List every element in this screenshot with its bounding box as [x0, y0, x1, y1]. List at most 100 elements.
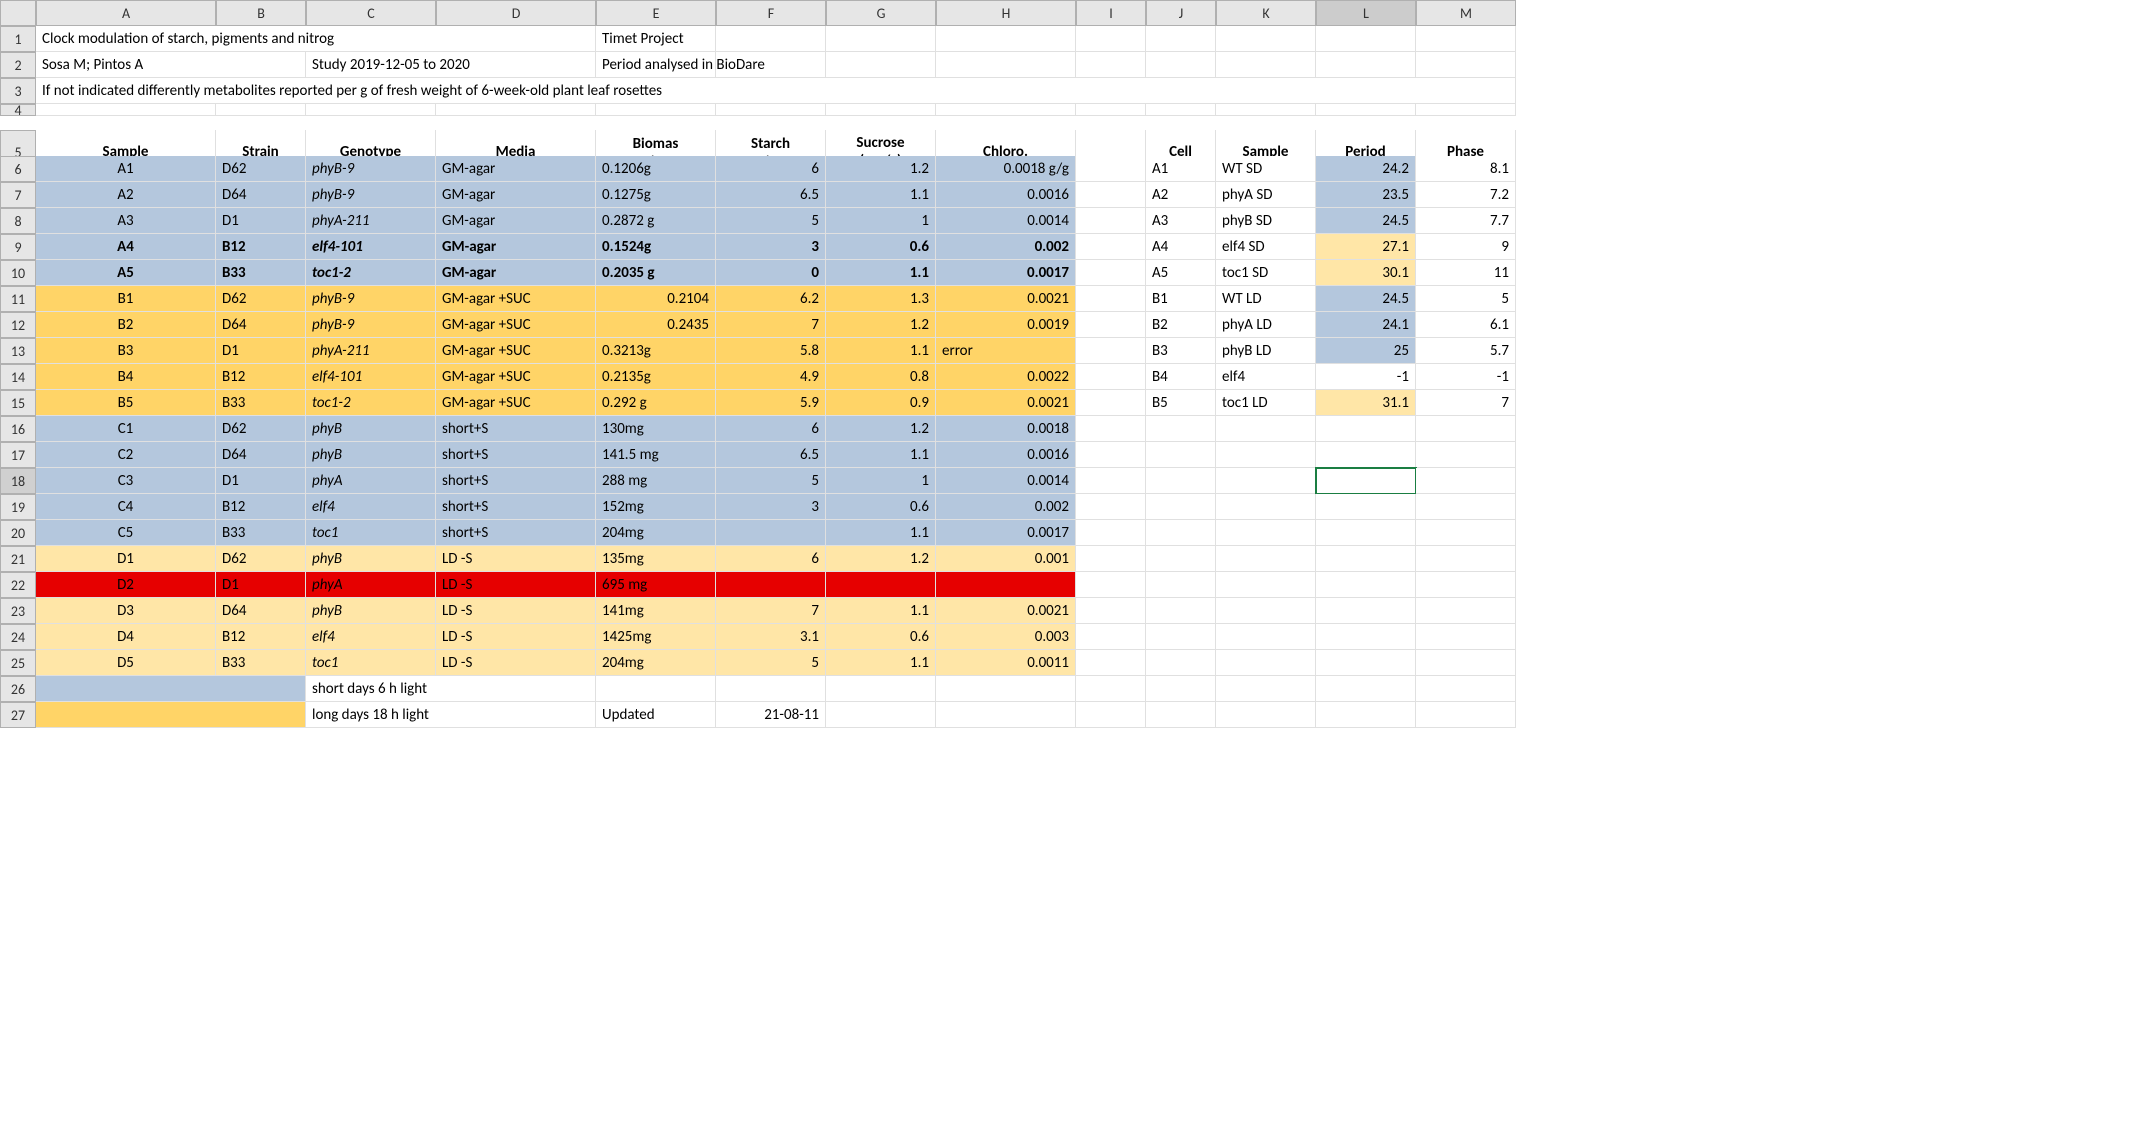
starch-cell[interactable]: 6.5 [716, 182, 826, 208]
strain-cell[interactable]: B12 [216, 494, 306, 520]
empty-cell[interactable] [826, 104, 936, 116]
period-cell[interactable]: 31.1 [1316, 390, 1416, 416]
chloro-cell[interactable]: 0.0016 [936, 442, 1076, 468]
sample2-cell[interactable] [1216, 442, 1316, 468]
strain-cell[interactable]: D1 [216, 468, 306, 494]
phase-cell[interactable] [1416, 494, 1516, 520]
phase-cell[interactable]: 8.1 [1416, 156, 1516, 182]
chloro-cell[interactable]: 0.0018 [936, 416, 1076, 442]
empty-cell[interactable] [1076, 676, 1146, 702]
empty-cell[interactable] [826, 676, 936, 702]
sucrose-cell[interactable]: 0.6 [826, 494, 936, 520]
empty-cell[interactable] [936, 104, 1076, 116]
period-cell[interactable]: 25 [1316, 338, 1416, 364]
cell2[interactable]: A5 [1146, 260, 1216, 286]
starch-cell[interactable]: 0 [716, 260, 826, 286]
strain-cell[interactable]: D62 [216, 546, 306, 572]
biomass-cell[interactable]: 152mg [596, 494, 716, 520]
row-header[interactable]: 26 [0, 676, 36, 702]
sample-cell[interactable]: A1 [36, 156, 216, 182]
sucrose-cell[interactable]: 0.6 [826, 234, 936, 260]
phase-cell[interactable]: 7 [1416, 390, 1516, 416]
empty-cell[interactable] [1076, 416, 1146, 442]
sample-cell[interactable]: B5 [36, 390, 216, 416]
starch-cell[interactable]: 6.2 [716, 286, 826, 312]
biomass-cell[interactable]: 141.5 mg [596, 442, 716, 468]
cell2[interactable]: B3 [1146, 338, 1216, 364]
sample-cell[interactable]: D3 [36, 598, 216, 624]
row-header[interactable]: 6 [0, 156, 36, 182]
empty-cell[interactable] [1076, 442, 1146, 468]
cell2[interactable]: A3 [1146, 208, 1216, 234]
empty-cell[interactable] [1416, 104, 1516, 116]
empty-cell[interactable] [1146, 52, 1216, 78]
empty-cell[interactable] [716, 104, 826, 116]
sucrose-cell[interactable]: 1.3 [826, 286, 936, 312]
media-cell[interactable]: GM-agar [436, 156, 596, 182]
row-header[interactable]: 11 [0, 286, 36, 312]
media-cell[interactable]: short+S [436, 416, 596, 442]
empty-cell[interactable] [1076, 234, 1146, 260]
empty-cell[interactable] [216, 104, 306, 116]
chloro-cell[interactable]: 0.001 [936, 546, 1076, 572]
starch-cell[interactable]: 3 [716, 234, 826, 260]
genotype-cell[interactable]: phyA [306, 572, 436, 598]
sample2-cell[interactable] [1216, 598, 1316, 624]
strain-cell[interactable]: B12 [216, 234, 306, 260]
strain-cell[interactable]: D1 [216, 572, 306, 598]
sample2-cell[interactable]: elf4 [1216, 364, 1316, 390]
empty-cell[interactable] [1216, 26, 1316, 52]
sample-cell[interactable]: C1 [36, 416, 216, 442]
legend-gold[interactable] [36, 702, 306, 728]
genotype-cell[interactable]: elf4-101 [306, 364, 436, 390]
phase-cell[interactable] [1416, 442, 1516, 468]
period-cell[interactable]: 30.1 [1316, 260, 1416, 286]
starch-cell[interactable]: 3 [716, 494, 826, 520]
media-cell[interactable]: GM-agar +SUC [436, 286, 596, 312]
empty-cell[interactable] [1076, 598, 1146, 624]
sample-cell[interactable]: C3 [36, 468, 216, 494]
empty-cell[interactable] [1076, 572, 1146, 598]
period-cell[interactable] [1316, 468, 1416, 494]
biomass-cell[interactable]: 0.1524g [596, 234, 716, 260]
strain-cell[interactable]: B33 [216, 520, 306, 546]
biomass-cell[interactable]: 695 mg [596, 572, 716, 598]
empty-cell[interactable] [596, 676, 716, 702]
empty-cell[interactable] [1216, 702, 1316, 728]
chloro-cell[interactable]: 0.0017 [936, 260, 1076, 286]
row-header[interactable]: 8 [0, 208, 36, 234]
genotype-cell[interactable]: phyB-9 [306, 156, 436, 182]
analysis-cell[interactable]: Period analysed in BioDare [596, 52, 716, 78]
genotype-cell[interactable]: toc1 [306, 520, 436, 546]
cell2[interactable]: B5 [1146, 390, 1216, 416]
empty-cell[interactable] [1076, 312, 1146, 338]
cell2[interactable] [1146, 650, 1216, 676]
sample-cell[interactable]: D1 [36, 546, 216, 572]
empty-cell[interactable] [936, 702, 1076, 728]
row-header[interactable]: 13 [0, 338, 36, 364]
cell2[interactable] [1146, 494, 1216, 520]
genotype-cell[interactable]: toc1 [306, 650, 436, 676]
phase-cell[interactable] [1416, 598, 1516, 624]
starch-cell[interactable]: 5.8 [716, 338, 826, 364]
cell2[interactable]: B2 [1146, 312, 1216, 338]
empty-cell[interactable] [1076, 182, 1146, 208]
cell2[interactable] [1146, 546, 1216, 572]
chloro-cell[interactable]: 0.0017 [936, 520, 1076, 546]
empty-cell[interactable] [306, 104, 436, 116]
row-header[interactable]: 3 [0, 78, 36, 104]
media-cell[interactable]: LD -S [436, 624, 596, 650]
strain-cell[interactable]: B33 [216, 260, 306, 286]
starch-cell[interactable]: 4.9 [716, 364, 826, 390]
sample-cell[interactable]: B4 [36, 364, 216, 390]
col-header-C[interactable]: C [306, 0, 436, 26]
sample-cell[interactable]: A5 [36, 260, 216, 286]
empty-cell[interactable] [1146, 26, 1216, 52]
phase-cell[interactable] [1416, 650, 1516, 676]
period-cell[interactable]: 24.1 [1316, 312, 1416, 338]
sucrose-cell[interactable]: 1.1 [826, 260, 936, 286]
period-cell[interactable]: 24.5 [1316, 286, 1416, 312]
col-header-M[interactable]: M [1416, 0, 1516, 26]
empty-cell[interactable] [36, 104, 216, 116]
updated-label[interactable]: Updated [596, 702, 716, 728]
